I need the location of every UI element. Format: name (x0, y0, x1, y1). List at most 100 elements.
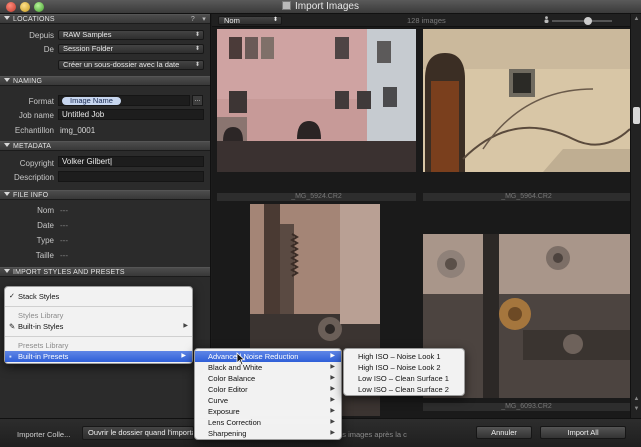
menu-item-builtin-presets[interactable]: ▪ Built-in Presets ▶ (5, 351, 192, 362)
chevron-updown-icon: ⬍ (272, 17, 278, 23)
date-value: --- (60, 221, 68, 230)
disclosure-triangle-icon[interactable] (4, 16, 10, 20)
document-icon (282, 1, 292, 10)
format-field[interactable]: Image Name (58, 95, 190, 106)
window-titlebar: Import Images (0, 0, 641, 14)
menu-label: Color Balance (208, 374, 256, 383)
menu-label: Built-in Presets (18, 352, 69, 361)
disclosure-triangle-icon[interactable] (4, 269, 10, 273)
jobname-field[interactable]: Untitled Job (58, 109, 204, 120)
open-folder-popup[interactable]: Ouvrir le dossier quand l'importation es… (82, 426, 194, 440)
menu-item-curve[interactable]: Curve ▶ (195, 395, 341, 406)
submenu-arrow-icon: ▶ (181, 353, 186, 359)
menu-item-low-iso-1[interactable]: Low ISO – Clean Surface 1 (344, 373, 464, 384)
menu-item-exposure[interactable]: Exposure ▶ (195, 406, 341, 417)
menu-item-high-iso-1[interactable]: High ISO – Noise Look 1 (344, 351, 464, 362)
menu-label: Lens Correction (208, 418, 261, 427)
disclosure-triangle-icon[interactable] (4, 143, 10, 147)
chevron-updown-icon: ⬍ (194, 62, 200, 68)
menu-item-stack-styles[interactable]: ✓ Stack Styles (5, 291, 194, 302)
menu-separator (5, 336, 192, 337)
brush-icon: ✎ (9, 322, 16, 331)
scroll-up-icon[interactable]: ▲ (632, 396, 641, 402)
section-title: METADATA (13, 143, 52, 150)
sort-popup[interactable]: Nom ⬍ (218, 16, 282, 25)
disclosure-triangle-icon[interactable] (4, 192, 10, 196)
menu-item-sharpening[interactable]: Sharpening ▶ (195, 428, 341, 439)
submenu-arrow-icon: ▶ (183, 323, 188, 329)
thumbnail-caption: _MG_5924.CR2 (217, 193, 416, 201)
depuis-popup[interactable]: RAW Samples ⬍ (58, 30, 204, 40)
menu-item-builtin-styles[interactable]: ✎ Built-in Styles ▶ (5, 321, 194, 332)
presets-submenu: Advanced Noise Reduction ▶ Black and Whit… (194, 348, 342, 440)
scroll-down-icon[interactable]: ▼ (632, 406, 641, 412)
copyright-label: Copyright (19, 159, 54, 168)
thumbnail-2[interactable] (423, 29, 630, 172)
de-popup[interactable]: Session Folder ⬍ (58, 44, 204, 54)
scroll-up-icon[interactable]: ▲ (632, 16, 641, 22)
scrollbar-thumb[interactable] (633, 107, 640, 124)
chevron-updown-icon: ⬍ (194, 46, 200, 52)
preset-icon: ▪ (9, 352, 12, 361)
menu-item-black-and-white[interactable]: Black and White ▶ (195, 362, 341, 373)
section-naming[interactable]: NAMING (0, 76, 210, 86)
copyright-field[interactable]: Volker Gilbert| (58, 156, 204, 167)
subfolder-popup[interactable]: Créer un sous-dossier avec la date ⬍ (58, 60, 204, 70)
de-value: Session Folder (63, 44, 114, 53)
slider-knob[interactable] (584, 17, 592, 25)
description-field[interactable] (58, 171, 204, 182)
menu-label: Exposure (208, 407, 240, 416)
after-import-option[interactable]: ...s images après la c (336, 430, 407, 439)
menu-item-lens-correction[interactable]: Lens Correction ▶ (195, 417, 341, 428)
disclosure-triangle-icon[interactable] (4, 78, 10, 82)
section-title: NAMING (13, 78, 43, 85)
format-more-button[interactable]: ... (192, 95, 203, 106)
menu-item-color-balance[interactable]: Color Balance ▶ (195, 373, 341, 384)
browser-toolbar: Nom ⬍ 128 images (212, 14, 630, 27)
type-value: --- (60, 236, 68, 245)
subfolder-value: Créer un sous-dossier avec la date (63, 60, 180, 69)
section-metadata[interactable]: METADATA (0, 141, 210, 151)
section-locations[interactable]: LOCATIONS ? ▾ (0, 14, 210, 24)
menu-header-presets-library: Presets Library (18, 341, 69, 350)
depuis-value: RAW Samples (63, 30, 112, 39)
import-all-button[interactable]: Import All (540, 426, 626, 439)
thumbnail-size-slider[interactable] (552, 20, 612, 22)
menu-item-high-iso-2[interactable]: High ISO – Noise Look 2 (344, 362, 464, 373)
section-title: FILE INFO (13, 192, 49, 199)
menu-item-color-editor[interactable]: Color Editor ▶ (195, 384, 341, 395)
sort-value: Nom (224, 16, 240, 25)
menu-item-low-iso-2[interactable]: Low ISO – Clean Surface 2 (344, 384, 464, 395)
menu-separator (5, 306, 192, 307)
section-title: LOCATIONS (13, 16, 55, 23)
menu-label: Built-in Styles (18, 322, 64, 331)
description-label: Description (13, 173, 54, 182)
format-token[interactable]: Image Name (62, 97, 121, 105)
submenu-arrow-icon: ▶ (330, 397, 335, 403)
person-icon (544, 16, 549, 23)
image-count: 128 images (407, 16, 446, 25)
menu-header-styles-library: Styles Library (18, 311, 64, 320)
section-title: IMPORT STYLES AND PRESETS (13, 269, 125, 276)
menu-label: Curve (208, 396, 229, 405)
section-menu-icon[interactable]: ▾ (202, 15, 206, 24)
taille-value: --- (60, 251, 68, 260)
jobname-label: Job name (18, 111, 54, 120)
menu-item-advanced-noise-reduction[interactable]: Advanced Noise Reduction ▶ (195, 351, 341, 362)
thumbnail-1[interactable] (217, 29, 416, 172)
help-icon[interactable]: ? (191, 15, 195, 24)
browser-scrollbar[interactable]: ▲ ▲ ▼ (630, 14, 641, 418)
menu-label: Sharpening (208, 429, 247, 438)
nom-label: Nom (37, 206, 54, 215)
submenu-arrow-icon: ▶ (330, 375, 335, 381)
submenu-arrow-icon: ▶ (330, 408, 335, 414)
text-cursor: | (110, 157, 113, 166)
pointer-cursor-icon (236, 352, 246, 366)
section-file-info[interactable]: FILE INFO (0, 190, 210, 200)
date-label: Date (37, 221, 54, 230)
thumbnail-caption: _MG_6093.CR2 (423, 403, 630, 411)
window-title-text: Import Images (295, 1, 359, 12)
cancel-button[interactable]: Annuler (476, 426, 532, 439)
section-import-styles[interactable]: IMPORT STYLES AND PRESETS (0, 267, 210, 277)
echantillon-value: img_0001 (60, 126, 96, 135)
